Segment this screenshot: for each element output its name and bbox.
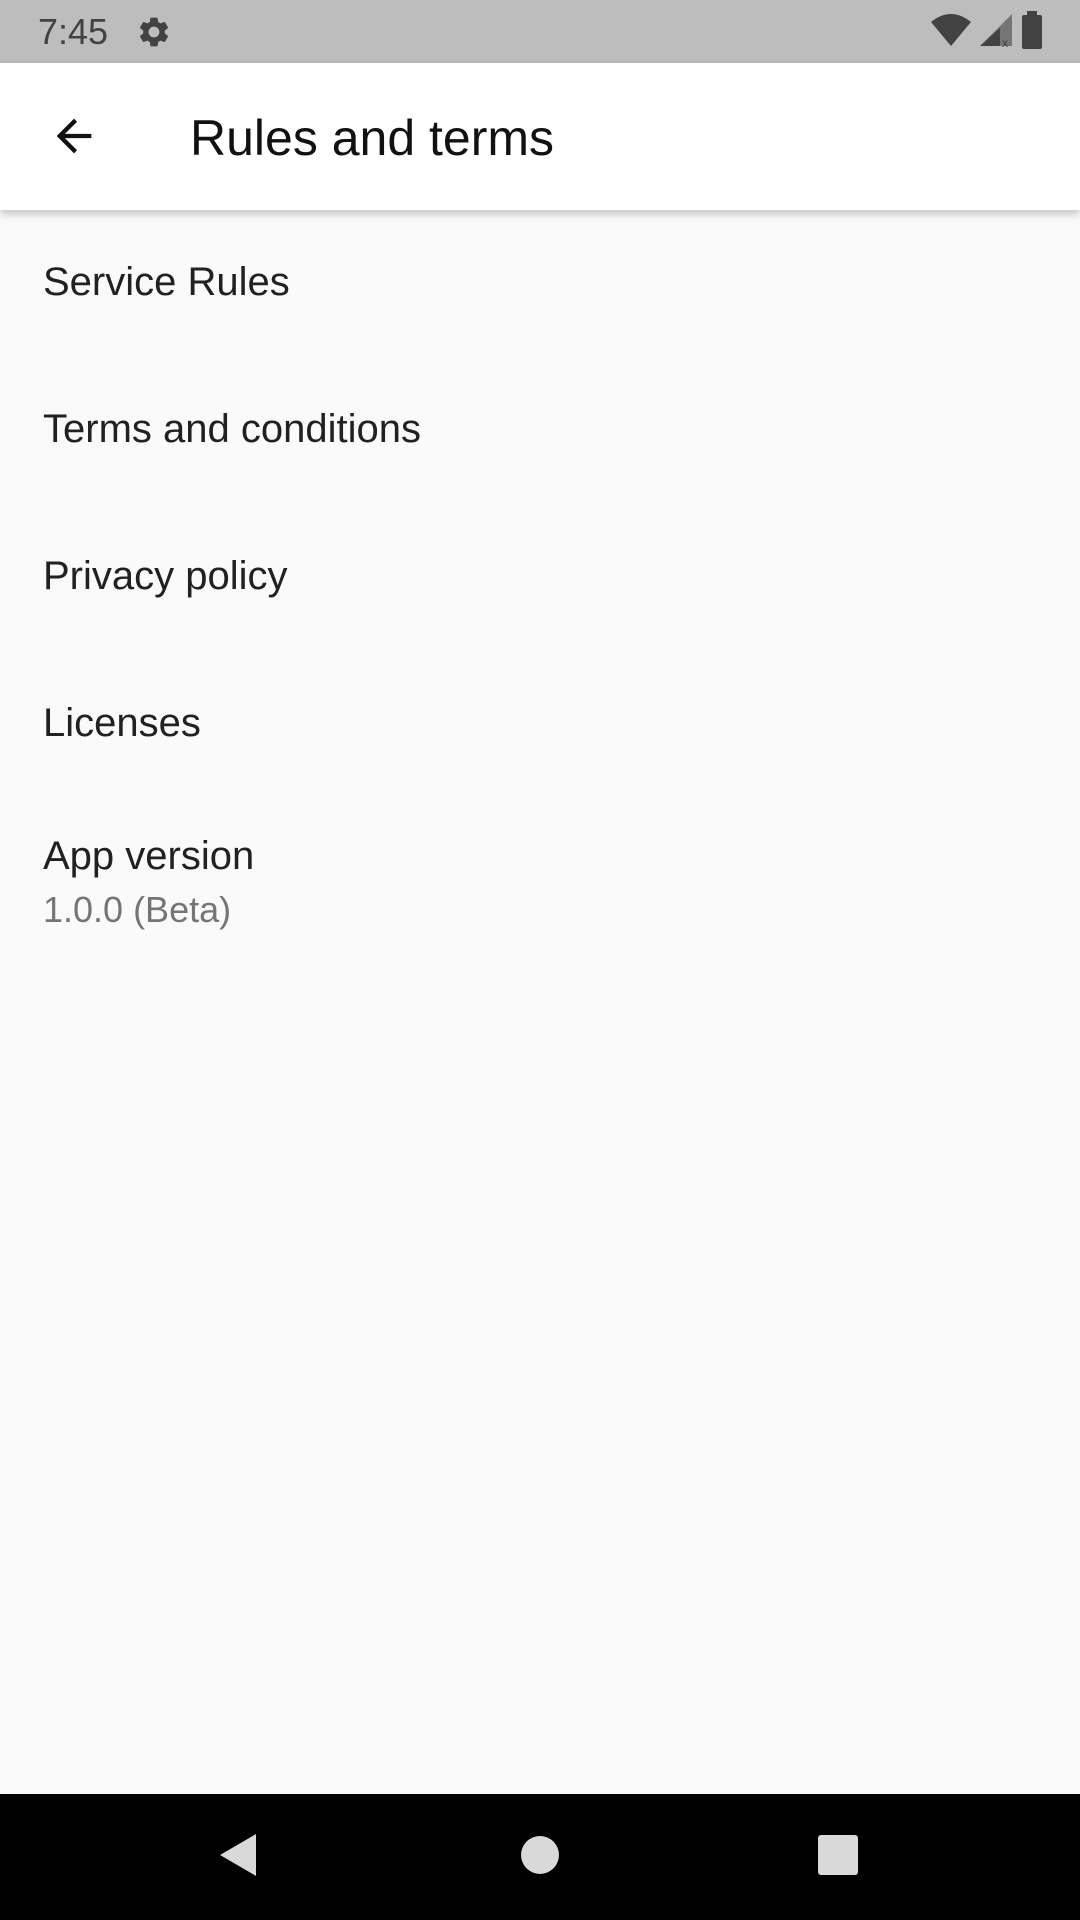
settings-icon: [136, 14, 172, 50]
app-version-label: App version: [43, 834, 255, 878]
nav-back-icon: [216, 1830, 260, 1885]
list-item-terms-and-conditions[interactable]: Terms and conditions: [0, 357, 1080, 504]
status-time: 7:45: [38, 11, 109, 52]
cell-signal-icon: x: [978, 12, 1014, 53]
svg-text:x: x: [1002, 36, 1008, 48]
page-title: Rules and terms: [190, 110, 555, 166]
app-bar: Rules and terms: [0, 63, 1080, 210]
wifi-icon: [930, 12, 972, 53]
nav-recents-button[interactable]: [808, 1827, 868, 1887]
list-item-service-rules[interactable]: Service Rules: [0, 210, 1080, 357]
app-version-value: 1.0.0 (Beta): [43, 889, 232, 930]
list-item-label: Privacy policy: [43, 554, 288, 598]
status-icons: x: [924, 10, 1044, 54]
list-item-label: Licenses: [43, 701, 201, 745]
settings-list: Service Rules Terms and conditions Priva…: [0, 210, 1080, 958]
nav-back-button[interactable]: [208, 1827, 268, 1887]
list-item-licenses[interactable]: Licenses: [0, 651, 1080, 798]
back-button[interactable]: [34, 98, 114, 178]
arrow-back-icon: [48, 110, 100, 167]
list-item-app-version: App version 1.0.0 (Beta): [0, 798, 1080, 958]
list-item-label: Terms and conditions: [43, 407, 421, 451]
system-nav-bar: [0, 1794, 1080, 1920]
nav-recents-icon: [817, 1834, 859, 1881]
nav-home-button[interactable]: [510, 1827, 570, 1887]
status-bar: 7:45 x: [0, 0, 1080, 63]
battery-icon: [1020, 10, 1044, 54]
list-item-label: Service Rules: [43, 260, 290, 304]
nav-home-icon: [520, 1835, 560, 1880]
list-item-privacy-policy[interactable]: Privacy policy: [0, 504, 1080, 651]
